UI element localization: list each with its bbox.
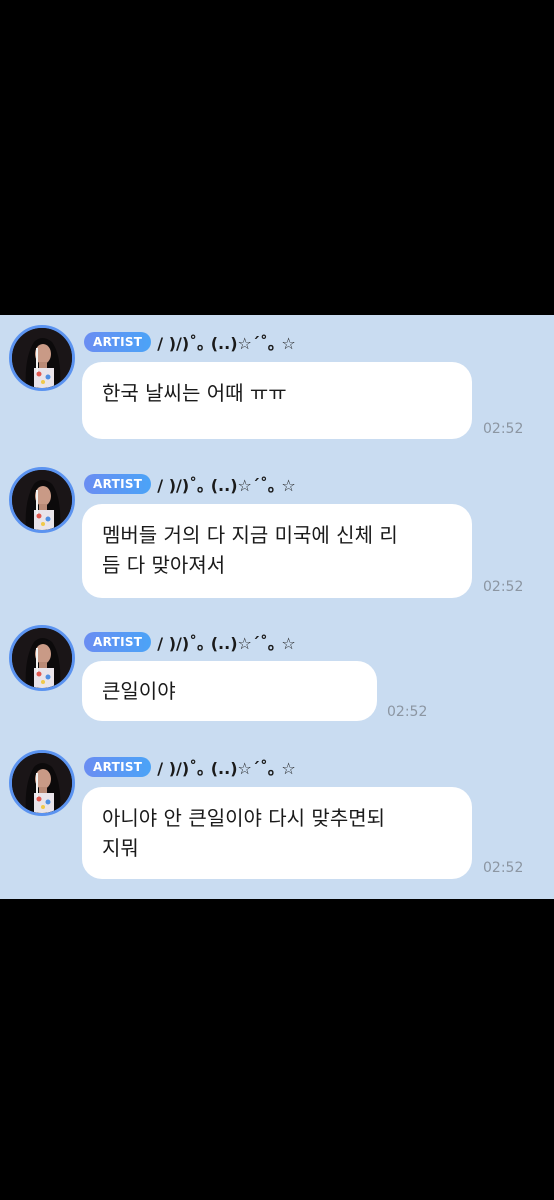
message-line: 아니야 안 큰일이야 다시 맞추면되 <box>102 806 386 830</box>
avatar[interactable] <box>9 625 75 691</box>
artist-badge: ARTIST <box>84 474 152 494</box>
timestamp: 02:52 <box>483 860 524 876</box>
sender-name: / )/)˚｡ (..)☆´˚｡ ☆ <box>157 634 296 653</box>
artist-badge: ARTIST <box>84 757 152 777</box>
message-bubble[interactable]: 한국 날씨는 어때 ㅠㅠ <box>82 362 472 439</box>
sender-name: / )/)˚｡ (..)☆´˚｡ ☆ <box>157 759 296 778</box>
avatar[interactable] <box>9 467 75 533</box>
avatar-photo <box>12 753 72 813</box>
timestamp: 02:52 <box>483 579 524 595</box>
sender-row: ARTIST / )/)˚｡ (..)☆´˚｡ ☆ <box>84 756 296 778</box>
sender-row: ARTIST / )/)˚｡ (..)☆´˚｡ ☆ <box>84 331 296 353</box>
message-line: 큰일이야 <box>102 679 176 703</box>
message-bubble[interactable]: 아니야 안 큰일이야 다시 맞추면되 지뭐 <box>82 787 472 879</box>
sender-name: / )/)˚｡ (..)☆´˚｡ ☆ <box>157 334 296 353</box>
message-bubble[interactable]: 멤버들 거의 다 지금 미국에 신체 리 듬 다 맞아져서 <box>82 504 472 598</box>
chat-panel: ARTIST / )/)˚｡ (..)☆´˚｡ ☆ 한국 날씨는 어때 ㅠㅠ 0… <box>0 315 554 899</box>
avatar[interactable] <box>9 750 75 816</box>
avatar-photo <box>12 470 72 530</box>
timestamp: 02:52 <box>483 421 524 437</box>
message-line: 지뭐 <box>102 836 139 860</box>
message-line: 멤버들 거의 다 지금 미국에 신체 리 <box>102 523 398 547</box>
sender-row: ARTIST / )/)˚｡ (..)☆´˚｡ ☆ <box>84 473 296 495</box>
message-line: 듬 다 맞아져서 <box>102 553 226 577</box>
avatar[interactable] <box>9 325 75 391</box>
artist-badge: ARTIST <box>84 632 152 652</box>
artist-badge: ARTIST <box>84 332 152 352</box>
timestamp: 02:52 <box>387 704 428 720</box>
sender-name: / )/)˚｡ (..)☆´˚｡ ☆ <box>157 476 296 495</box>
sender-row: ARTIST / )/)˚｡ (..)☆´˚｡ ☆ <box>84 631 296 653</box>
message-line: 한국 날씨는 어때 ㅠㅠ <box>102 381 287 405</box>
avatar-photo <box>12 328 72 388</box>
message-bubble[interactable]: 큰일이야 <box>82 661 377 721</box>
avatar-photo <box>12 628 72 688</box>
